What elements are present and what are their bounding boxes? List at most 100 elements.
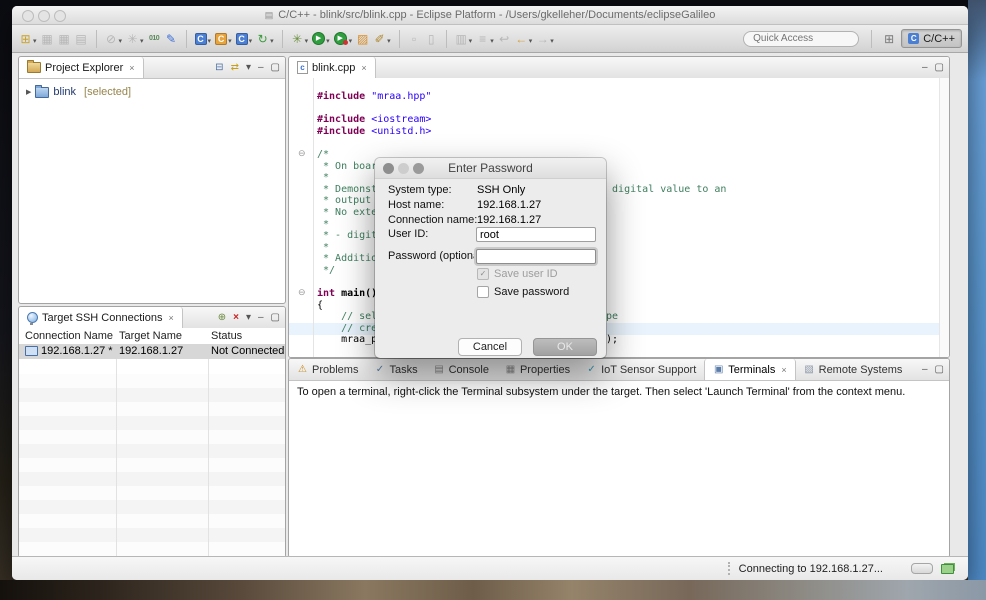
debug-dropdown-arrow[interactable]: ▾ (305, 37, 309, 45)
maximize-button[interactable]: ▢ (935, 364, 944, 376)
toggle-block-selection-button[interactable]: ▥▾ (454, 31, 474, 47)
column-header-1[interactable]: Connection Name (25, 330, 113, 342)
last-edit-location-button[interactable]: ↩ (497, 31, 512, 47)
close-icon[interactable]: × (781, 365, 786, 375)
new-wizard-dropdown-arrow[interactable]: ▾ (33, 37, 37, 45)
refresh-dropdown-arrow[interactable]: ▾ (270, 37, 274, 45)
toggle-block-selection-dropdown-arrow[interactable]: ▾ (469, 37, 473, 45)
new-c-file-button[interactable]: C▾ (235, 31, 254, 46)
minimize-button[interactable]: – (258, 312, 264, 324)
open-resource-button[interactable]: ▨ (355, 31, 370, 47)
remote-system-status-icon[interactable] (941, 564, 954, 574)
save-all-button[interactable]: ▦ (57, 31, 72, 47)
new-c-project-button[interactable]: C▾ (194, 31, 213, 46)
tab-remote-systems[interactable]: ▧Remote Systems (796, 359, 911, 380)
run-dropdown-arrow[interactable]: ▾ (326, 37, 330, 45)
host-name-label: Host name: (388, 199, 444, 211)
user-id-field[interactable] (476, 227, 596, 242)
column-header-2[interactable]: Target Name (119, 330, 182, 342)
dialog-zoom-button[interactable] (413, 163, 424, 174)
debug-button[interactable]: ✳▾ (290, 31, 310, 47)
close-icon[interactable]: × (168, 313, 173, 323)
tab-tasks[interactable]: ✓Tasks (366, 359, 425, 380)
delete-connection-button[interactable]: × (233, 312, 239, 324)
new-connection-button[interactable]: ⊕ (218, 312, 226, 324)
dialog-minimize-button[interactable] (398, 163, 409, 174)
close-icon[interactable]: × (129, 63, 134, 73)
run-button[interactable]: ▶▾ (311, 31, 331, 46)
open-perspective-button[interactable]: ⊞ (884, 32, 894, 46)
tab-iot-sensor-support[interactable]: ✓IoT Sensor Support (578, 359, 704, 380)
new-cpp-class-dropdown-arrow[interactable]: ▾ (228, 37, 232, 45)
fold-marker-icon[interactable]: ⊖ (298, 288, 306, 297)
folder-icon (27, 62, 41, 73)
back-dropdown-arrow[interactable]: ▾ (529, 37, 533, 45)
tab-target-ssh-connections[interactable]: Target SSH Connections × (19, 307, 183, 328)
build-all-dropdown-arrow[interactable]: ▾ (140, 37, 144, 45)
save-user-id-checkbox[interactable]: ✓Save user ID (477, 268, 558, 280)
progress-indicator-icon[interactable] (911, 563, 933, 574)
window-titlebar[interactable]: ▤ C/C++ - blink/src/blink.cpp - Eclipse … (12, 6, 968, 25)
tab-blink-cpp[interactable]: c blink.cpp × (289, 57, 376, 78)
maximize-button[interactable]: ▢ (271, 62, 280, 74)
tab-properties[interactable]: ▦Properties (497, 359, 578, 380)
minimize-button[interactable]: – (922, 364, 928, 376)
fold-marker-icon[interactable]: ⊖ (298, 149, 306, 158)
view-menu-button[interactable]: ▾ (246, 312, 251, 324)
dialog-titlebar[interactable]: Enter Password (375, 158, 606, 179)
skip-all-breakpoints-dropdown-arrow[interactable]: ▾ (119, 37, 123, 45)
build-all-button[interactable]: ✳▾ (125, 31, 145, 47)
binary-editor-button[interactable]: 010 (147, 31, 162, 47)
mark-occurrences-icon: ≡ (476, 32, 489, 46)
forward-dropdown-arrow[interactable]: ▾ (550, 37, 554, 45)
mark-occurrences-button[interactable]: ≡▾ (475, 31, 495, 47)
refresh-button[interactable]: ↻▾ (255, 31, 275, 47)
mark-occurrences-dropdown-arrow[interactable]: ▾ (490, 37, 494, 45)
window-minimize-button[interactable] (38, 10, 50, 22)
skip-all-breakpoints-button[interactable]: ⊘▾ (104, 31, 124, 47)
maximize-button[interactable]: ▢ (271, 312, 280, 324)
pin-editor-button[interactable]: ▫ (407, 31, 422, 47)
expand-arrow-icon[interactable]: ▶ (26, 88, 31, 96)
cpp-perspective-button[interactable]: C C/C++ (901, 29, 962, 48)
password-optional-field[interactable] (476, 249, 596, 264)
new-c-file-dropdown-arrow[interactable]: ▾ (249, 37, 253, 45)
ok-button[interactable]: OK (533, 338, 597, 356)
tab-console[interactable]: ▤Console (426, 359, 497, 380)
cancel-button[interactable]: Cancel (458, 338, 522, 356)
collapse-all-button[interactable]: ⊟ (215, 62, 223, 74)
editor-scrollbar[interactable] (939, 78, 949, 357)
show-whitespace-button[interactable]: ▯ (424, 31, 439, 47)
save-icon: ▦ (41, 32, 54, 46)
connection-table-row[interactable]: 192.168.1.27 *192.168.1.27Not Connected (19, 344, 285, 359)
maximize-button[interactable]: ▢ (935, 62, 944, 74)
tab-project-explorer[interactable]: Project Explorer × (19, 57, 144, 78)
search-dropdown-arrow[interactable]: ▾ (387, 37, 391, 45)
toggle-comment-button[interactable]: ✎ (164, 31, 179, 47)
tree-item-blink[interactable]: ▶ blink [selected] (19, 79, 285, 98)
link-with-editor-button[interactable]: ⇄ (231, 62, 239, 74)
minimize-button[interactable]: – (258, 62, 264, 74)
close-icon[interactable]: × (361, 63, 366, 73)
print-button[interactable]: ▤ (74, 31, 89, 47)
new-wizard-button[interactable]: ⊞▾ (18, 31, 38, 47)
view-menu-button[interactable]: ▾ (246, 62, 251, 74)
window-close-button[interactable] (22, 10, 34, 22)
window-zoom-button[interactable] (54, 10, 66, 22)
save-password-checkbox[interactable]: Save password (477, 286, 569, 298)
column-header-3[interactable]: Status (211, 330, 242, 342)
new-cpp-class-button[interactable]: C▾ (214, 31, 233, 46)
tab-problems[interactable]: ⚠Problems (289, 359, 366, 380)
profile-button[interactable]: ▶▾ (333, 31, 354, 46)
forward-button[interactable]: →▾ (535, 31, 555, 47)
tab-terminals[interactable]: ▣Terminals× (704, 359, 795, 380)
new-c-project-dropdown-arrow[interactable]: ▾ (208, 37, 212, 45)
quick-access-input[interactable] (743, 31, 859, 47)
profile-dropdown-arrow[interactable]: ▾ (349, 37, 353, 45)
minimize-button[interactable]: – (922, 62, 928, 74)
dialog-close-button[interactable] (383, 163, 394, 174)
search-button[interactable]: ✐▾ (372, 31, 392, 47)
back-button[interactable]: ←▾ (514, 31, 534, 47)
table-empty-row (19, 402, 285, 416)
save-button[interactable]: ▦ (40, 31, 55, 47)
